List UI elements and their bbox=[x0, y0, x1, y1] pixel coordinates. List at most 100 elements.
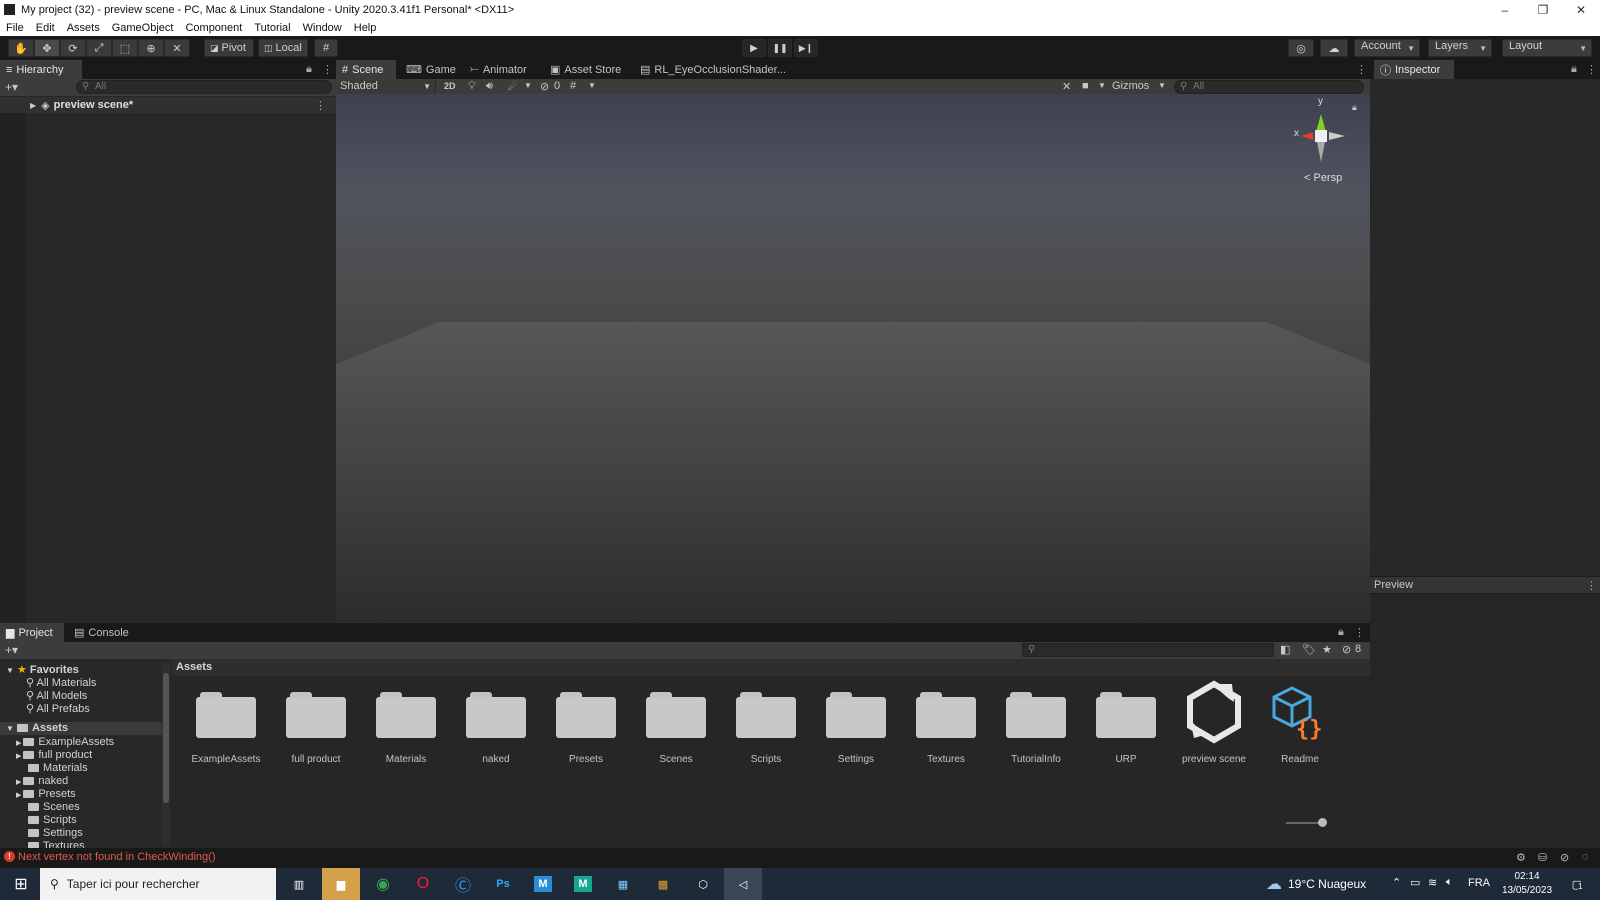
gizmos-dropdown-icon[interactable]: ▼ bbox=[1158, 81, 1166, 90]
taskbar-clock[interactable]: 02:14 13/05/2023 bbox=[1500, 870, 1554, 898]
tree-folder[interactable]: Settings bbox=[28, 827, 83, 840]
tree-folder[interactable]: Textures bbox=[28, 840, 85, 848]
lock-icon[interactable]: 🔒︎ bbox=[1338, 626, 1344, 639]
2d-toggle[interactable]: 2D bbox=[444, 81, 456, 91]
scene-tools-icon[interactable]: ✕ bbox=[1062, 80, 1071, 93]
kebab-menu-icon[interactable]: ⋮ bbox=[1586, 63, 1597, 76]
tree-folder[interactable]: ▶ full product bbox=[16, 749, 92, 762]
pivot-toggle[interactable]: ◪ Pivot bbox=[204, 39, 254, 57]
hierarchy-search-input[interactable]: ⚲ All bbox=[76, 80, 332, 94]
menu-tutorial[interactable]: Tutorial bbox=[248, 22, 296, 34]
grid-dropdown-icon[interactable]: ▼ bbox=[588, 81, 596, 90]
scene-search-input[interactable]: ⚲ All bbox=[1174, 80, 1364, 94]
tray-overflow-icon[interactable]: ⌃ bbox=[1392, 876, 1401, 889]
status-settings-icon[interactable]: ◌ bbox=[1582, 851, 1589, 863]
taskbar-app-m[interactable]: M bbox=[524, 868, 562, 900]
minimize-button[interactable]: – bbox=[1486, 0, 1524, 19]
tab-hierarchy[interactable]: ≡ Hierarchy bbox=[0, 60, 82, 79]
maximize-button[interactable]: ❐ bbox=[1524, 0, 1562, 19]
wifi-icon[interactable]: ≋ bbox=[1428, 876, 1437, 889]
gizmos-toggle[interactable]: Gizmos bbox=[1112, 80, 1149, 92]
favorites-star-icon[interactable]: ★ bbox=[1322, 643, 1332, 656]
taskbar-chrome[interactable]: ◉ bbox=[364, 868, 402, 900]
taskbar-ccleaner[interactable]: Ⓒ bbox=[444, 868, 482, 900]
tree-folder[interactable]: Scenes bbox=[28, 801, 80, 814]
tab-shader-graph[interactable]: ▤ RL_EyeOcclusionShader... bbox=[634, 60, 786, 79]
taskbar-winrar[interactable]: ▩ bbox=[644, 868, 682, 900]
collab-button[interactable]: ◎ bbox=[1288, 39, 1314, 57]
tree-folder[interactable]: ▶ Presets bbox=[16, 788, 76, 801]
menu-assets[interactable]: Assets bbox=[61, 22, 106, 34]
taskbar-photoshop[interactable]: Ps bbox=[484, 868, 522, 900]
tree-folder[interactable]: ▶ ExampleAssets bbox=[16, 736, 114, 749]
favorite-all-models[interactable]: ⚲ All Models bbox=[26, 689, 87, 702]
task-view-button[interactable]: ▥ bbox=[280, 868, 318, 900]
lighting-toggle-icon[interactable]: 💡︎ bbox=[468, 80, 476, 93]
grid-snap-button[interactable]: # bbox=[314, 39, 338, 57]
effects-toggle-icon[interactable]: ☄ bbox=[508, 80, 518, 93]
taskbar-calculator[interactable]: ▦ bbox=[604, 868, 642, 900]
scene-visibility-icon[interactable]: ⊘ bbox=[540, 80, 549, 93]
tree-folder[interactable]: ▶ naked bbox=[16, 775, 68, 788]
menu-help[interactable]: Help bbox=[348, 22, 383, 34]
taskbar-unity-editor[interactable]: ◁ bbox=[724, 868, 762, 900]
neg-y-axis-cone[interactable] bbox=[1317, 142, 1325, 162]
favorite-all-materials[interactable]: ⚲ All Materials bbox=[26, 676, 96, 689]
tab-scene[interactable]: # Scene bbox=[336, 60, 396, 79]
transform-tool-button[interactable]: ⊕ bbox=[138, 39, 164, 57]
create-add-icon[interactable]: +▾ bbox=[5, 643, 18, 657]
tab-inspector[interactable]: ⓘ Inspector bbox=[1374, 60, 1454, 79]
x-axis-cone[interactable] bbox=[1301, 132, 1313, 140]
scene-viewport[interactable]: y x 🔒︎ < Persp bbox=[336, 94, 1370, 623]
hidden-packages-icon[interactable]: ⊘ bbox=[1342, 643, 1351, 656]
kebab-menu-icon[interactable]: ⋮ bbox=[1356, 63, 1367, 76]
preview-header[interactable]: Preview ⋮ bbox=[1370, 576, 1600, 594]
hand-tool-button[interactable]: ✋ bbox=[8, 39, 34, 57]
kebab-menu-icon[interactable]: ⋮ bbox=[1354, 626, 1365, 639]
assets-root-folder[interactable]: ▼ Assets bbox=[0, 722, 162, 735]
grid-icon[interactable]: # bbox=[570, 80, 576, 92]
play-button[interactable]: ▶ bbox=[742, 39, 766, 57]
favorites-section[interactable]: ▼ ★ Favorites bbox=[6, 663, 79, 676]
debug-mode-icon[interactable]: ⛁ bbox=[1538, 851, 1547, 864]
custom-tool-button[interactable]: ✕ bbox=[164, 39, 190, 57]
search-by-type-icon[interactable]: ◧ bbox=[1280, 643, 1290, 656]
auto-generate-lighting-icon[interactable]: ⊘ bbox=[1560, 851, 1569, 864]
weather-widget[interactable]: ☁ 19°C Nuageux bbox=[1266, 868, 1366, 900]
search-by-label-icon[interactable]: 🏷︎ bbox=[1302, 643, 1316, 656]
lock-icon[interactable]: 🔒︎ bbox=[306, 63, 312, 76]
battery-icon[interactable]: ▭ bbox=[1410, 876, 1420, 889]
notification-center-button[interactable]: ▢ 1 bbox=[1566, 874, 1588, 894]
layers-dropdown[interactable]: Layers ▼ bbox=[1428, 39, 1492, 57]
input-language[interactable]: FRA bbox=[1468, 877, 1490, 889]
move-tool-button[interactable]: ✥ bbox=[34, 39, 60, 57]
tab-project[interactable]: ▆ Project bbox=[0, 623, 64, 642]
lock-icon[interactable]: 🔒︎ bbox=[1571, 63, 1577, 76]
menu-window[interactable]: Window bbox=[297, 22, 348, 34]
tree-scrollbar[interactable] bbox=[162, 663, 170, 845]
projection-toggle[interactable]: < Persp bbox=[1304, 172, 1342, 184]
progress-icon[interactable]: ⚙ bbox=[1516, 851, 1526, 864]
row-kebab-icon[interactable]: ⋮ bbox=[315, 99, 326, 112]
scale-tool-button[interactable]: ⤢ bbox=[86, 39, 112, 57]
taskbar-unity-hub[interactable]: ⬡ bbox=[684, 868, 722, 900]
status-message[interactable]: Next vertex not found in CheckWinding() bbox=[18, 851, 215, 863]
tree-folder[interactable]: Materials bbox=[28, 762, 88, 775]
shading-mode-dropdown[interactable]: Shaded ▼ bbox=[338, 80, 436, 95]
favorite-all-prefabs[interactable]: ⚲ All Prefabs bbox=[26, 702, 90, 715]
layout-dropdown[interactable]: Layout ▼ bbox=[1502, 39, 1592, 57]
error-icon[interactable]: ! bbox=[4, 851, 15, 862]
hierarchy-scene-row[interactable]: ▶ ◈ preview scene* ⋮ bbox=[0, 97, 336, 113]
audio-toggle-icon[interactable]: 🔊︎ bbox=[486, 80, 493, 93]
camera-dropdown-icon[interactable]: ▼ bbox=[1098, 81, 1106, 90]
gizmo-center-cube[interactable] bbox=[1315, 130, 1327, 142]
pause-button[interactable]: ❚❚ bbox=[768, 39, 792, 57]
tab-asset-store[interactable]: ▣ Asset Store bbox=[544, 60, 630, 79]
close-window-button[interactable]: ✕ bbox=[1562, 0, 1600, 19]
taskbar-search-box[interactable]: ⚲ Taper ici pour rechercher bbox=[40, 868, 276, 900]
camera-icon[interactable]: ■ bbox=[1082, 80, 1089, 92]
taskbar-app-m-alt[interactable]: M bbox=[564, 868, 602, 900]
windows-start-button[interactable]: ⊞ bbox=[2, 868, 40, 900]
tab-console[interactable]: ▤ Console bbox=[68, 623, 136, 642]
neg-x-axis-cone[interactable] bbox=[1329, 132, 1345, 140]
